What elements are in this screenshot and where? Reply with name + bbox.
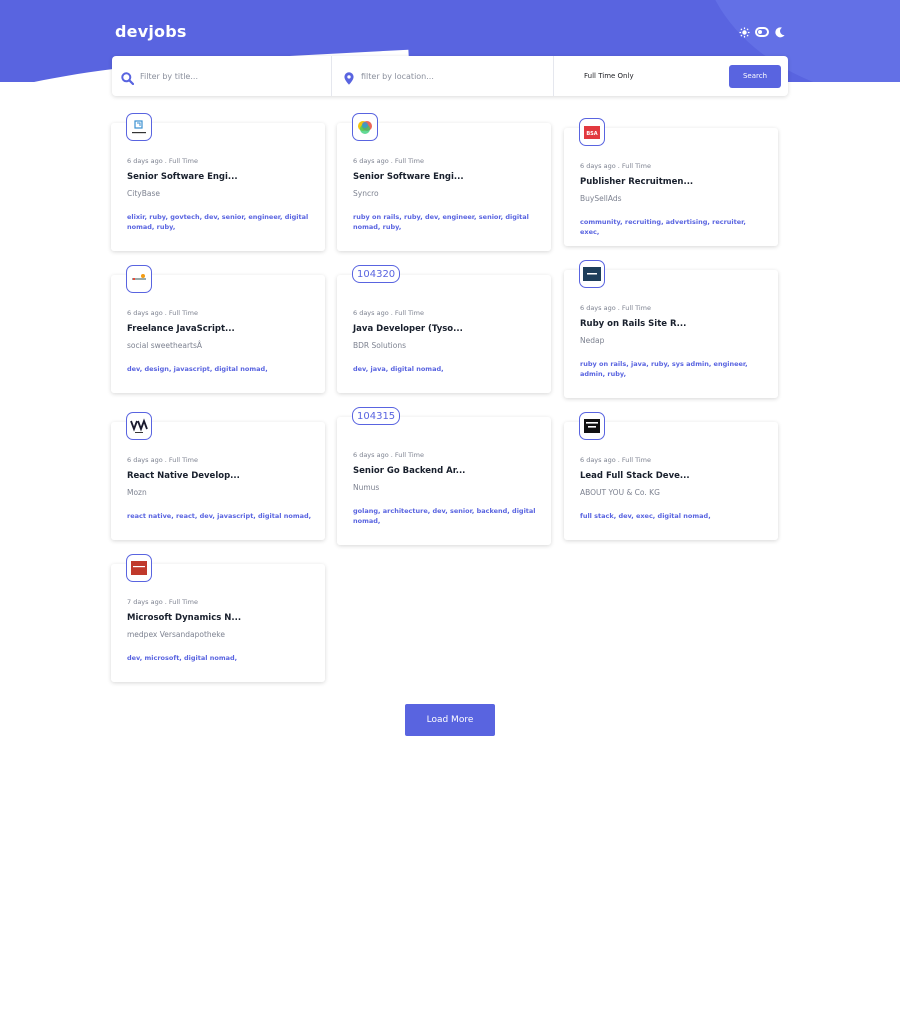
- company-name: BDR Solutions: [353, 341, 406, 350]
- company-name: BuySellAds: [580, 194, 622, 203]
- search-icon: [121, 70, 135, 85]
- company-logo: 104320: [352, 265, 401, 283]
- job-card[interactable]: 6 days ago . Full Time Freelance JavaScr…: [111, 265, 325, 393]
- job-title[interactable]: Ruby on Rails Site R...: [580, 319, 686, 329]
- theme-toggle[interactable]: [738, 26, 786, 38]
- job-card[interactable]: 6 days ago . Full Time Ruby on Rails Sit…: [564, 260, 778, 398]
- company-name: Syncro: [353, 189, 379, 198]
- job-title[interactable]: Senior Software Engi...: [127, 172, 238, 182]
- job-tags: ruby on rails, java, ruby, sys admin, en…: [580, 360, 748, 378]
- job-meta: 6 days ago . Full Time: [580, 456, 651, 464]
- company-logo: [126, 113, 152, 141]
- company-logo: 104315: [352, 407, 401, 425]
- job-tags: elixir, ruby, govtech, dev, senior, engi…: [127, 213, 309, 231]
- title-filter[interactable]: [112, 56, 332, 96]
- job-card[interactable]: 7 days ago . Full Time Microsoft Dynamic…: [111, 554, 325, 682]
- job-title[interactable]: Senior Go Backend Ar...: [353, 466, 465, 476]
- job-meta: 6 days ago . Full Time: [353, 451, 424, 459]
- company-logo: [126, 412, 152, 440]
- company-logo: BSA: [579, 118, 605, 146]
- job-card[interactable]: 104320 6 days ago . Full Time Java Devel…: [337, 265, 551, 393]
- job-card[interactable]: 6 days ago . Full Time Senior Software E…: [337, 113, 551, 251]
- job-tags: golang, architecture, dev, senior, backe…: [353, 507, 536, 525]
- job-title[interactable]: Lead Full Stack Deve...: [580, 471, 690, 481]
- job-tags: dev, design, javascript, digital nomad,: [127, 365, 268, 373]
- job-meta: 6 days ago . Full Time: [580, 304, 651, 312]
- toggle-switch[interactable]: [755, 27, 769, 37]
- title-filter-input[interactable]: [140, 71, 310, 81]
- sun-icon: [738, 26, 750, 38]
- company-logo: [126, 554, 152, 582]
- job-tags: ruby on rails, ruby, dev, engineer, seni…: [353, 213, 529, 231]
- job-meta: 6 days ago . Full Time: [353, 309, 424, 317]
- company-name: ABOUT YOU & Co. KG: [580, 488, 660, 497]
- job-title[interactable]: Publisher Recruitmen...: [580, 177, 693, 187]
- job-meta: 6 days ago . Full Time: [580, 162, 651, 170]
- job-title[interactable]: Java Developer (Tyso...: [353, 324, 463, 334]
- job-title[interactable]: Microsoft Dynamics N...: [127, 613, 241, 623]
- company-name: Nedap: [580, 336, 605, 345]
- company-logo: [579, 260, 605, 288]
- location-filter-input[interactable]: [361, 71, 531, 81]
- load-more-button[interactable]: Load More: [405, 704, 495, 736]
- location-filter[interactable]: [332, 56, 554, 96]
- job-card[interactable]: 104315 6 days ago . Full Time Senior Go …: [337, 407, 551, 545]
- location-pin-icon: [344, 70, 355, 85]
- job-tags: full stack, dev, exec, digital nomad,: [580, 512, 711, 520]
- fulltime-checkbox-label[interactable]: Full Time Only: [584, 72, 634, 80]
- job-card[interactable]: 6 days ago . Full Time Senior Software E…: [111, 113, 325, 251]
- site-logo[interactable]: devjobs: [115, 22, 187, 41]
- job-title[interactable]: React Native Develop...: [127, 471, 240, 481]
- company-logo: [579, 412, 605, 440]
- company-name: Mozn: [127, 488, 147, 497]
- job-card[interactable]: 6 days ago . Full Time Lead Full Stack D…: [564, 412, 778, 540]
- job-title[interactable]: Senior Software Engi...: [353, 172, 464, 182]
- job-tags: community, recruiting, advertising, recr…: [580, 218, 746, 236]
- job-tags: dev, microsoft, digital nomad,: [127, 654, 238, 662]
- company-name: Numus: [353, 483, 380, 492]
- job-meta: 6 days ago . Full Time: [127, 456, 198, 464]
- job-tags: react native, react, dev, javascript, di…: [127, 512, 312, 520]
- job-card[interactable]: 6 days ago . Full Time React Native Deve…: [111, 412, 325, 540]
- job-title[interactable]: Freelance JavaScript...: [127, 324, 235, 334]
- company-name: CityBase: [127, 189, 160, 198]
- search-button[interactable]: Search: [729, 64, 781, 88]
- job-meta: 6 days ago . Full Time: [127, 309, 198, 317]
- company-name: social sweetheartsÂ: [127, 341, 203, 350]
- job-meta: 6 days ago . Full Time: [353, 157, 424, 165]
- job-meta: 6 days ago . Full Time: [127, 157, 198, 165]
- company-logo: [352, 113, 378, 141]
- job-meta: 7 days ago . Full Time: [127, 598, 198, 606]
- search-bar: Full Time Only Search: [112, 56, 788, 96]
- job-card[interactable]: BSA 6 days ago . Full Time Publisher Rec…: [564, 118, 778, 246]
- moon-icon: [774, 26, 786, 38]
- svg-text:BSA: BSA: [586, 131, 597, 137]
- fulltime-filter: Full Time Only Search: [554, 56, 788, 96]
- job-tags: dev, java, digital nomad,: [353, 365, 444, 373]
- company-name: medpex Versandapotheke: [127, 630, 225, 639]
- company-logo: [126, 265, 152, 293]
